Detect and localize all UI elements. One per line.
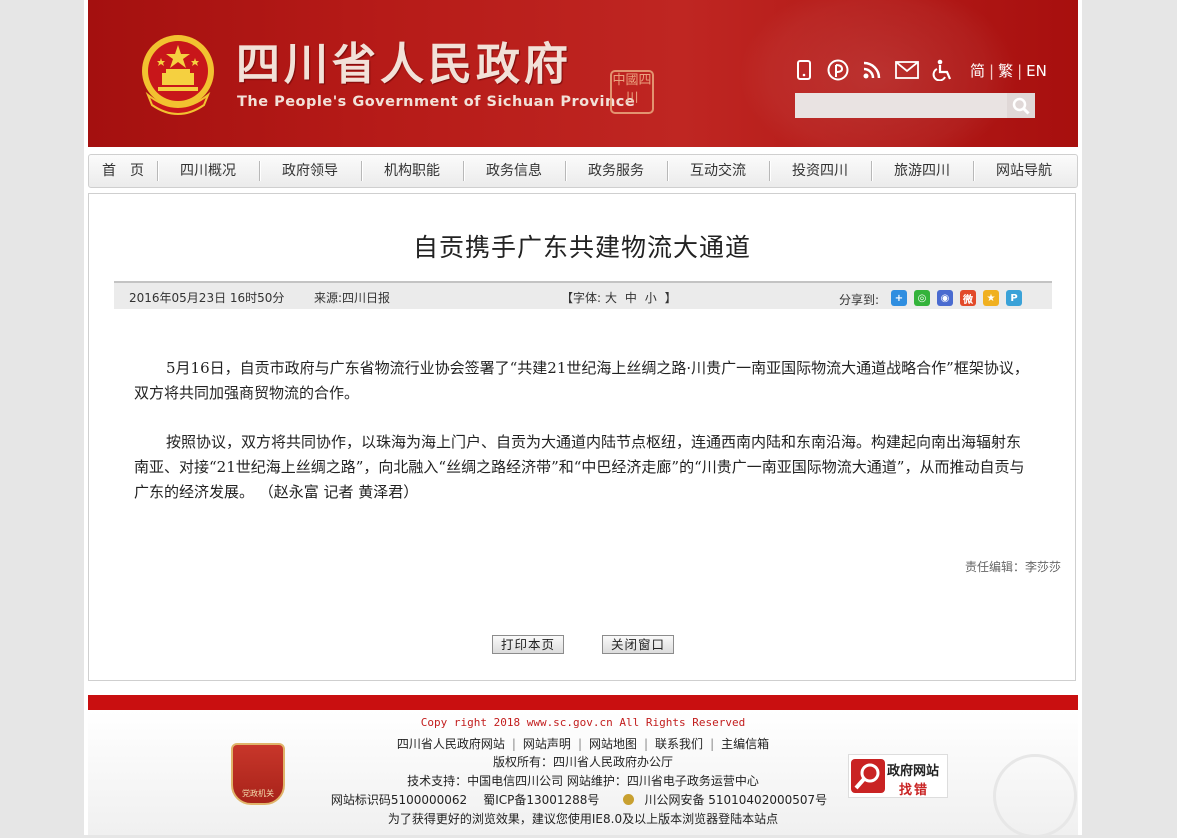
article-paragraph: 5月16日，自贡市政府与广东省物流行业协会签署了“共建21世纪海上丝绸之路·川贵… <box>134 359 1029 402</box>
site-subtitle: The People's Government of Sichuan Provi… <box>237 94 636 110</box>
rss-icon[interactable] <box>860 58 884 82</box>
search-icon <box>1012 97 1030 115</box>
nav-item-home[interactable]: 首 页 <box>89 155 157 187</box>
site-id: 网站标识码5100000062 <box>330 793 468 807</box>
nav-item-invest[interactable]: 投资四川 <box>769 155 871 187</box>
nav-item-tourism[interactable]: 旅游四川 <box>871 155 973 187</box>
site-banner: 四川省人民政府 The People's Government of Sichu… <box>88 0 1078 147</box>
copyright: Copy right 2018 www.sc.gov.cn All Rights… <box>420 716 746 729</box>
wechat-icon[interactable]: ◎ <box>914 290 930 306</box>
nav-item-services[interactable]: 政务服务 <box>565 155 667 187</box>
article-title: 自贡携手广东共建物流大通道 <box>412 233 751 262</box>
font-size-controls: 【字体: 大 中 小 】 <box>559 289 679 306</box>
footer-link-editor-mail[interactable]: 主编信箱 <box>721 737 769 751</box>
mail-icon[interactable] <box>893 58 921 82</box>
error-badge-line1: 政府网站 <box>887 764 940 779</box>
font-size-small[interactable]: 小 <box>645 291 657 305</box>
share-label: 分享到: <box>839 293 880 307</box>
print-button[interactable]: 打印本页 <box>492 635 564 654</box>
footer-link-sitemap[interactable]: 网站地图 <box>589 737 637 751</box>
main-nav: 首 页 四川概况 政府领导 机构职能 政务信息 政务服务 互动交流 投资四川 旅… <box>88 154 1078 188</box>
close-window-button[interactable]: 关闭窗口 <box>602 635 674 654</box>
lang-divider: | <box>1017 62 1023 80</box>
lang-english[interactable]: EN <box>1026 62 1047 80</box>
share-buttons: + ◎ ◉ 微 ★ P <box>891 290 1022 306</box>
site-title: 四川省人民政府 <box>236 39 572 90</box>
lang-traditional[interactable]: 繁 <box>998 60 1013 81</box>
footer-link-statement[interactable]: 网站声明 <box>523 737 571 751</box>
footer-divider <box>88 695 1078 710</box>
lang-simplified[interactable]: 简 <box>970 60 985 81</box>
lang-divider: | <box>989 62 995 80</box>
more-share-icon[interactable]: + <box>891 290 907 306</box>
weibo-icon[interactable] <box>826 58 850 82</box>
footer-link-home[interactable]: 四川省人民政府网站 <box>397 737 505 751</box>
footer-link-divider: | <box>577 737 582 751</box>
footer-link-divider: | <box>710 737 715 751</box>
seal-stamp: 中國四川 <box>610 70 654 114</box>
magnifier-icon <box>851 759 885 793</box>
footer-link-divider: | <box>644 737 649 751</box>
responsible-editor: 责任编辑：李莎莎 <box>964 560 1061 574</box>
search-button[interactable] <box>1007 93 1035 118</box>
font-size-large[interactable]: 大 <box>605 291 617 305</box>
footer-link-contact[interactable]: 联系我们 <box>655 737 703 751</box>
font-size-close: 】 <box>664 291 677 305</box>
police-badge-icon <box>623 794 635 805</box>
police-record[interactable]: 川公网安备 51010402000507号 <box>615 793 835 807</box>
nav-item-sitemap[interactable]: 网站导航 <box>973 155 1075 187</box>
article-meta-bar: 2016年05月23日 16时50分 来源:四川日报 【字体: 大 中 小 】 分… <box>114 281 1052 309</box>
police-record-text: 川公网安备 51010402000507号 <box>644 793 828 807</box>
qq-icon[interactable]: ◉ <box>937 290 953 306</box>
font-size-open: 【字体: <box>561 291 602 305</box>
national-emblem-icon <box>142 35 214 115</box>
publish-date: 2016年05月23日 16时50分 <box>129 291 285 305</box>
article-source: 来源:四川日报 <box>314 291 391 305</box>
error-badge-line2: 找错 <box>899 783 930 798</box>
report-error-badge[interactable]: 政府网站 找错 <box>848 754 948 798</box>
font-size-medium[interactable]: 中 <box>625 291 637 305</box>
accessibility-icon[interactable] <box>931 58 955 82</box>
qzone-icon[interactable]: ★ <box>983 290 999 306</box>
article-paragraph: 按照协议，双方将共同协作，以珠海为海上门户、自贡为大通道内陆节点枢纽，连通西南内… <box>134 433 1025 501</box>
icp-number[interactable]: 蜀ICP备13001288号 <box>483 793 599 807</box>
mobile-icon[interactable] <box>792 58 816 82</box>
language-switcher: 简 | 繁 | EN <box>970 60 1047 81</box>
nav-item-leaders[interactable]: 政府领导 <box>259 155 361 187</box>
nav-item-news[interactable]: 政务信息 <box>463 155 565 187</box>
nav-item-functions[interactable]: 机构职能 <box>361 155 463 187</box>
nav-item-overview[interactable]: 四川概况 <box>157 155 259 187</box>
footer-link-divider: | <box>511 737 516 751</box>
sina-weibo-icon[interactable]: 微 <box>960 290 976 306</box>
page: 四川省人民政府 The People's Government of Sichu… <box>84 0 1082 838</box>
browser-tip: 为了获得更好的浏览效果，建议您使用IE8.0及以上版本浏览器登陆本站点 <box>387 812 779 826</box>
nav-item-interaction[interactable]: 互动交流 <box>667 155 769 187</box>
search-input[interactable] <box>795 93 1007 118</box>
tencent-weibo-icon[interactable]: P <box>1006 290 1022 306</box>
site-footer: 党政机关 Copy right 2018 www.sc.gov.cn All R… <box>88 710 1078 838</box>
article-panel: 自贡携手广东共建物流大通道 2016年05月23日 16时50分 来源:四川日报… <box>88 193 1076 681</box>
footer-links: 四川省人民政府网站 | 网站声明 | 网站地图 | 联系我们 | 主编信箱 <box>88 735 1078 752</box>
